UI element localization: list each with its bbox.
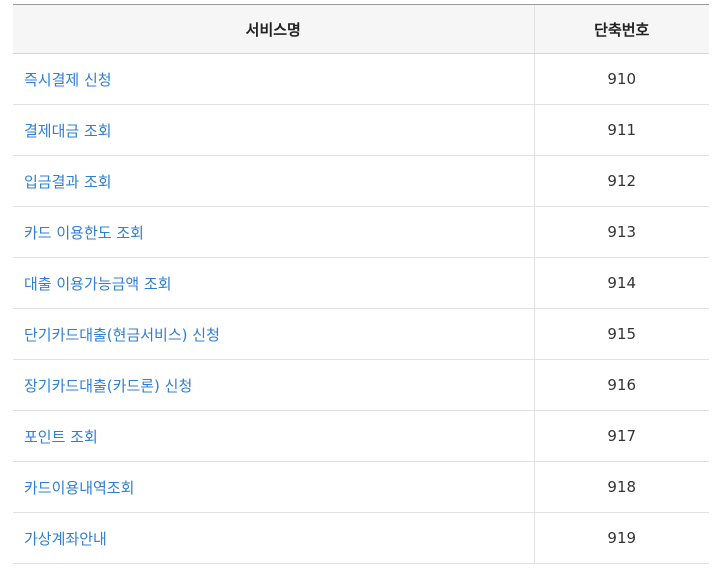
service-table-container: 서비스명 단축번호 즉시결제 신청 910 결제대금 조회 911 입금결과 조…	[13, 4, 709, 564]
service-name-cell: 입금결과 조회	[13, 155, 534, 207]
short-code-cell: 918	[533, 461, 709, 513]
service-link[interactable]: 결제대금 조회	[24, 122, 112, 140]
table-row: 단기카드대출(현금서비스) 신청 915	[13, 308, 709, 360]
service-link[interactable]: 단기카드대출(현금서비스) 신청	[24, 326, 220, 344]
table-row: 가상계좌안내 919	[13, 512, 709, 564]
service-name-cell: 카드이용내역조회	[13, 461, 534, 513]
table-row: 카드이용내역조회 918	[13, 461, 709, 513]
short-code-cell: 911	[533, 104, 709, 156]
service-name-cell: 즉시결제 신청	[13, 53, 534, 105]
table-row: 포인트 조회 917	[13, 410, 709, 462]
short-code-cell: 910	[533, 53, 709, 105]
service-name-cell: 단기카드대출(현금서비스) 신청	[13, 308, 534, 360]
service-link[interactable]: 입금결과 조회	[24, 173, 112, 191]
service-link[interactable]: 즉시결제 신청	[24, 71, 112, 89]
service-link[interactable]: 포인트 조회	[24, 428, 98, 446]
table-body: 즉시결제 신청 910 결제대금 조회 911 입금결과 조회 912 카드 이…	[13, 53, 709, 564]
service-link[interactable]: 카드이용내역조회	[24, 479, 134, 497]
table-header-row: 서비스명 단축번호	[13, 4, 709, 54]
service-name-cell: 대출 이용가능금액 조회	[13, 257, 534, 309]
service-link[interactable]: 카드 이용한도 조회	[24, 224, 144, 242]
service-link[interactable]: 가상계좌안내	[24, 530, 107, 548]
table-row: 장기카드대출(카드론) 신청 916	[13, 359, 709, 411]
short-code-cell: 919	[533, 512, 709, 564]
short-code-cell: 913	[533, 206, 709, 258]
column-header-service-name: 서비스명	[13, 4, 534, 54]
service-name-cell: 결제대금 조회	[13, 104, 534, 156]
service-link[interactable]: 장기카드대출(카드론) 신청	[24, 377, 192, 395]
table-row: 대출 이용가능금액 조회 914	[13, 257, 709, 309]
short-code-cell: 916	[533, 359, 709, 411]
service-link[interactable]: 대출 이용가능금액 조회	[24, 275, 172, 293]
table-row: 결제대금 조회 911	[13, 104, 709, 156]
short-code-cell: 915	[533, 308, 709, 360]
service-name-cell: 장기카드대출(카드론) 신청	[13, 359, 534, 411]
short-code-cell: 917	[533, 410, 709, 462]
column-header-short-code: 단축번호	[533, 4, 709, 54]
table-row: 즉시결제 신청 910	[13, 53, 709, 105]
service-name-cell: 카드 이용한도 조회	[13, 206, 534, 258]
service-name-cell: 가상계좌안내	[13, 512, 534, 564]
table-row: 입금결과 조회 912	[13, 155, 709, 207]
short-code-cell: 912	[533, 155, 709, 207]
service-shortcode-table: 서비스명 단축번호 즉시결제 신청 910 결제대금 조회 911 입금결과 조…	[13, 4, 709, 564]
table-row: 카드 이용한도 조회 913	[13, 206, 709, 258]
service-name-cell: 포인트 조회	[13, 410, 534, 462]
short-code-cell: 914	[533, 257, 709, 309]
table-header: 서비스명 단축번호	[13, 4, 709, 54]
